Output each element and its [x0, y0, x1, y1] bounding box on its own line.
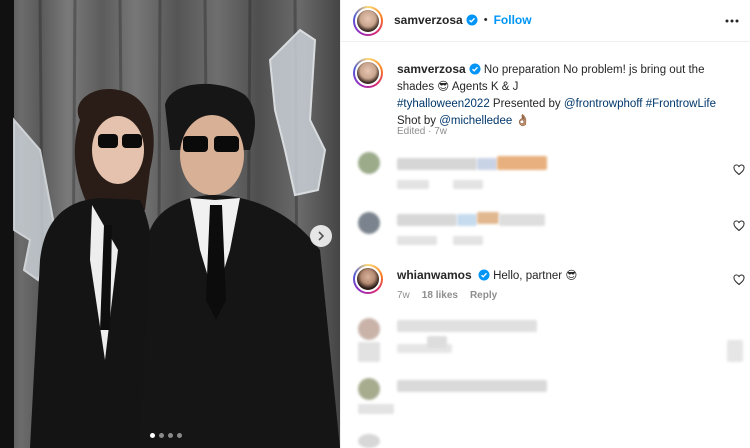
carousel-dot [159, 433, 164, 438]
caption-agents: Agents K & J [451, 81, 519, 93]
mention-link[interactable]: @frontrowphoff [564, 98, 643, 110]
next-slide-button[interactable] [310, 225, 332, 247]
heart-icon[interactable] [733, 164, 745, 176]
reply-button[interactable]: Reply [470, 290, 497, 301]
author-avatar[interactable] [353, 6, 383, 36]
verified-badge-icon [469, 63, 481, 75]
edited-timestamp: Edited · 7w [397, 126, 448, 137]
carousel-dots [150, 433, 182, 438]
carousel-dot [177, 433, 182, 438]
post-sidebar: samverzosa • Follow samverzosa No prepar… [340, 0, 750, 448]
caption-username[interactable]: samverzosa [397, 62, 466, 76]
comment-likes[interactable]: 18 likes [422, 290, 458, 301]
header-separator: • [483, 14, 488, 26]
verified-badge-icon [478, 269, 490, 281]
hashtag-link[interactable]: #FrontrowLife [646, 98, 716, 110]
carousel-dot [150, 433, 155, 438]
photo-illustration [13, 0, 340, 448]
post-caption: samverzosa No preparation No problem! js… [397, 61, 737, 130]
follow-button[interactable]: Follow [494, 13, 532, 27]
more-options-icon[interactable] [725, 14, 739, 28]
sunglasses-emoji: 😎 [437, 81, 450, 93]
comment-meta: 7w 18 likes Reply [397, 290, 497, 301]
hashtag-link[interactable]: #tyhalloween2022 [397, 98, 490, 110]
heart-icon[interactable] [733, 220, 745, 232]
comment-text: Hello, partner [493, 270, 563, 282]
sunglasses-emoji: 😎 [565, 270, 578, 282]
mention-link[interactable]: @michelledee [439, 115, 512, 127]
post-photo[interactable] [0, 0, 340, 448]
carousel-dot [168, 433, 173, 438]
comment-body: whianwamos Hello, partner 😎 [397, 268, 577, 282]
presented-by-text: Presented by [492, 98, 561, 110]
caption-avatar[interactable] [353, 58, 383, 88]
commenter-username[interactable]: whianwamos [397, 268, 472, 282]
blurred-like [727, 340, 743, 362]
comment-time: 7w [397, 290, 410, 301]
commenter-avatar[interactable] [353, 264, 383, 294]
post-header: samverzosa • Follow [341, 0, 750, 42]
verified-badge-icon [466, 14, 478, 26]
chevron-right-icon [318, 231, 325, 241]
author-username[interactable]: samverzosa [394, 13, 463, 27]
heart-icon[interactable] [733, 274, 745, 286]
ok-hand-emoji: 👌🏽 [515, 115, 530, 127]
